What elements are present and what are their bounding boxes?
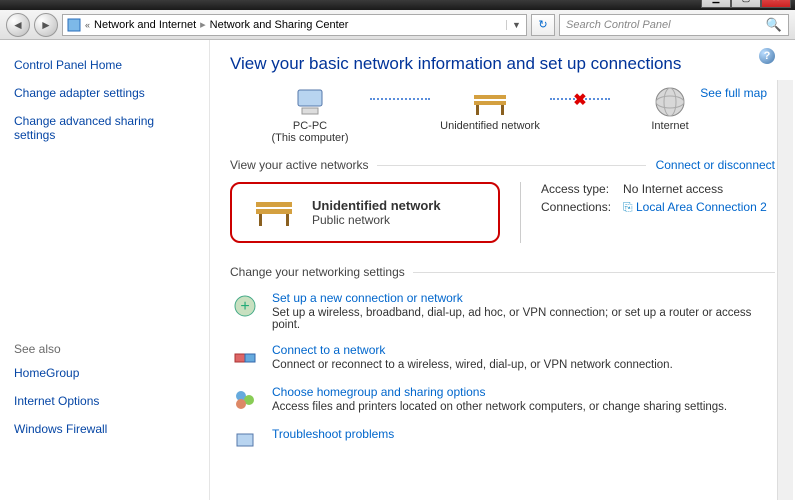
search-icon: 🔍 [766,17,782,33]
sidebar-control-panel-home[interactable]: Control Panel Home [14,58,195,72]
setting-new-connection[interactable]: + Set up a new connection or network Set … [230,291,775,331]
back-button[interactable]: ◄ [6,13,30,37]
scrollbar[interactable] [777,80,793,500]
breadcrumb-sharing-center[interactable]: Network and Sharing Center [210,19,349,31]
bench-icon [470,84,510,120]
node-this-computer[interactable]: PC-PC (This computer) [250,84,370,144]
address-bar[interactable]: « Network and Internet ▸ Network and Sha… [62,14,527,36]
search-input[interactable]: Search Control Panel 🔍 [559,14,789,36]
titlebar: ▁ ▢ ✕ [0,0,795,10]
help-icon[interactable]: ? [759,48,775,64]
network-map: PC-PC (This computer) Unidentified netwo… [250,84,775,144]
page-title: View your basic network information and … [230,54,775,74]
setting-desc: Connect or reconnect to a wireless, wire… [272,359,673,371]
homegroup-icon [230,385,260,415]
connection-link[interactable]: Local Area Connection 2 [636,200,767,214]
sidebar: Control Panel Home Change adapter settin… [0,40,210,500]
new-connection-icon: + [230,291,260,321]
sidebar-internet-options[interactable]: Internet Options [14,394,195,408]
access-type-value: No Internet access [623,182,767,196]
node-unid-label: Unidentified network [440,120,540,132]
active-networks-header: View your active networks [230,158,369,172]
active-network-box[interactable]: Unidentified network Public network [230,182,500,243]
setting-connect-network[interactable]: Connect to a network Connect or reconnect… [230,343,775,373]
setting-title: Choose homegroup and sharing options [272,385,485,399]
setting-desc: Set up a wireless, broadband, dial-up, a… [272,307,775,331]
main-content: ? View your basic network information an… [210,40,795,500]
bench-icon [252,194,296,231]
svg-text:+: + [240,298,249,315]
node-unidentified[interactable]: Unidentified network [430,84,550,144]
computer-icon [290,84,330,120]
change-settings-header: Change your networking settings [230,265,405,279]
setting-troubleshoot[interactable]: Troubleshoot problems [230,427,775,457]
netbox-subtitle: Public network [312,213,441,227]
sidebar-change-advanced-sharing[interactable]: Change advanced sharing settings [14,114,195,142]
breadcrumb-prefix: « [85,20,90,30]
toolbar: ◄ ► « Network and Internet ▸ Network and… [0,10,795,40]
access-type-label: Access type: [541,182,611,196]
setting-title: Troubleshoot problems [272,427,394,441]
nic-icon: ⎘ [623,200,633,214]
forward-button[interactable]: ► [34,13,58,37]
refresh-button[interactable]: ↻ [531,14,555,36]
breadcrumb-network-internet[interactable]: Network and Internet [94,19,196,31]
network-details: Access type: No Internet access Connecti… [520,182,767,243]
sidebar-homegroup[interactable]: HomeGroup [14,366,195,380]
setting-homegroup-sharing[interactable]: Choose homegroup and sharing options Acce… [230,385,775,415]
address-dropdown-icon[interactable]: ▼ [506,20,522,30]
sidebar-windows-firewall[interactable]: Windows Firewall [14,422,195,436]
globe-icon [650,84,690,120]
refresh-icon: ↻ [538,18,547,31]
control-panel-icon [67,18,81,32]
close-button[interactable]: ✕ [761,0,791,8]
sidebar-seealso-header: See also [14,342,195,356]
node-pc-label: PC-PC [293,120,327,132]
setting-title: Set up a new connection or network [272,291,463,305]
sidebar-change-adapter[interactable]: Change adapter settings [14,86,195,100]
connection-broken-icon [550,98,610,100]
maximize-button[interactable]: ▢ [731,0,761,8]
connection-line [370,98,430,100]
search-placeholder: Search Control Panel [566,19,671,31]
setting-title: Connect to a network [272,343,385,357]
node-inet-label: Internet [651,120,688,132]
connections-label: Connections: [541,200,611,215]
minimize-button[interactable]: ▁ [701,0,731,8]
node-internet[interactable]: Internet [610,84,730,144]
setting-desc: Access files and printers located on oth… [272,401,727,413]
connect-network-icon [230,343,260,373]
netbox-title: Unidentified network [312,198,441,213]
troubleshoot-icon [230,427,260,457]
breadcrumb-sep-icon: ▸ [200,18,206,31]
connect-disconnect-link[interactable]: Connect or disconnect [656,158,775,172]
node-pc-sub: (This computer) [271,132,348,144]
